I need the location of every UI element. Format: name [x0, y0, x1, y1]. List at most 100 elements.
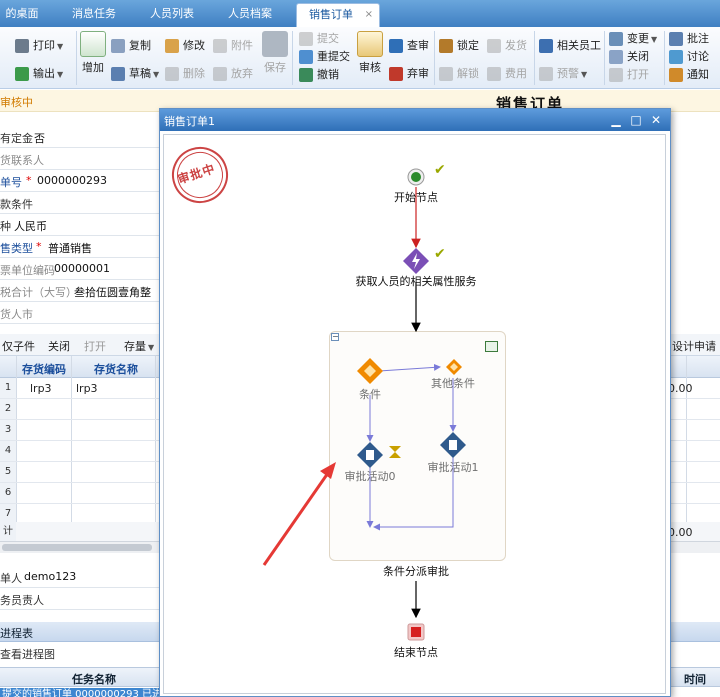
close-order-button[interactable]: 关闭 — [608, 48, 649, 66]
unlock-button[interactable]: 解锁 — [438, 65, 479, 83]
end-node-icon[interactable] — [407, 623, 425, 641]
task-row[interactable]: 提交的销售订单 0000000293 已进 — [0, 688, 162, 697]
lock-label: 锁定 — [457, 39, 479, 52]
open-order-label: 打开 — [627, 68, 649, 81]
minimize-icon[interactable]: ▁ — [608, 112, 624, 128]
condition-node-icon[interactable] — [357, 358, 383, 384]
field-label: 务员责人 — [0, 594, 44, 607]
query-review-button[interactable]: 查审 — [388, 37, 429, 55]
withdraw-button[interactable]: 撤销 — [298, 66, 339, 84]
close-row-button[interactable]: 关闭 — [48, 338, 70, 354]
annotate-label: 批注 — [687, 32, 709, 45]
maximize-icon[interactable]: □ — [628, 112, 644, 128]
cell-code[interactable]: lrp3 — [30, 382, 52, 395]
printer-icon — [15, 39, 29, 53]
tab-desktop[interactable]: 的桌面 — [0, 3, 48, 27]
toolbar: 打印 ▼ 输出 ▼ 增加 复制 草稿 ▼ 修改 删除 附件 放弃 保存 提交 重提交 … — [0, 27, 720, 89]
view-progress-link[interactable]: 查看进程图 — [0, 646, 55, 662]
field-value[interactable]: 00000001 — [54, 262, 110, 275]
stock-button[interactable]: 存量 ▼ — [124, 338, 154, 354]
tab-messages[interactable]: 消息任务 — [62, 3, 126, 27]
change-button[interactable]: 变更 ▼ — [608, 30, 657, 48]
field-value[interactable]: 普通销售 — [48, 240, 92, 256]
submit-button[interactable]: 提交 — [298, 30, 339, 48]
row-number: 5 — [0, 462, 16, 482]
review-label: 审核 — [359, 61, 381, 74]
cost-icon — [487, 67, 501, 81]
dialog-titlebar[interactable]: 销售订单1 ▁ □ ✕ — [160, 109, 670, 131]
draft-button[interactable]: 草稿 ▼ — [110, 65, 159, 83]
notify-icon — [669, 68, 683, 82]
resubmit-button[interactable]: 重提交 — [298, 48, 350, 66]
tab-staff-file[interactable]: 人员档案 — [218, 3, 282, 27]
field-value[interactable]: 叁拾伍圆壹角整 — [74, 284, 151, 300]
attach-button[interactable]: 附件 — [212, 37, 253, 55]
delete-button[interactable]: 删除 — [164, 65, 205, 83]
col-header-code[interactable]: 存货编码 — [22, 361, 66, 377]
scrollbar-thumb[interactable] — [2, 544, 152, 551]
draft-icon — [111, 67, 125, 81]
field-value[interactable]: 否 — [34, 130, 45, 146]
draft-label: 草稿 — [129, 67, 151, 80]
tab-desktop-label: 的桌面 — [5, 7, 39, 20]
abandon-button[interactable]: 放弃 — [212, 65, 253, 83]
field-tax-total: 税合计（大写） 叁拾伍圆壹角整 — [0, 280, 170, 302]
workflow-canvas: 审批中 − ✔ 开始节点 ✔ 获取人员的相关属性服务 条件 其他条件 审批活动0… — [163, 134, 666, 694]
field-value[interactable]: 人民币 — [14, 218, 47, 234]
design-request-button[interactable]: 设计申请 — [672, 338, 716, 354]
lock-button[interactable]: 锁定 — [438, 37, 479, 55]
query-icon — [389, 39, 403, 53]
related-staff-button[interactable]: 相关员工 — [538, 37, 601, 55]
col-header-name[interactable]: 存货名称 — [94, 361, 138, 377]
stock-label: 存量 — [124, 340, 146, 353]
row-number: 7 — [0, 504, 16, 524]
annotate-button[interactable]: 批注 — [668, 30, 709, 48]
warning-icon — [539, 67, 553, 81]
print-button[interactable]: 打印 ▼ — [14, 37, 63, 55]
resubmit-label: 重提交 — [317, 50, 350, 63]
people-icon — [539, 39, 553, 53]
abandon-icon — [213, 67, 227, 81]
col-header-time[interactable]: 时间 — [684, 671, 706, 687]
service-node-icon[interactable] — [403, 248, 429, 274]
notify-button[interactable]: 通知 — [668, 66, 709, 84]
service-node-label: 获取人员的相关属性服务 — [355, 275, 477, 288]
row-number: 2 — [0, 399, 16, 419]
cell-name[interactable]: lrp3 — [76, 382, 98, 395]
approve0-node-icon[interactable] — [357, 442, 383, 468]
add-label: 增加 — [82, 61, 104, 74]
open-row-button[interactable]: 打开 — [84, 338, 106, 354]
close-icon[interactable]: × — [365, 4, 373, 26]
tab-sales-order[interactable]: 销售订单 × — [296, 3, 380, 27]
copy-button[interactable]: 复制 — [110, 37, 151, 55]
field-value[interactable]: 0000000293 — [37, 174, 107, 187]
edit-button[interactable]: 修改 — [164, 37, 205, 55]
annotation-arrow — [262, 472, 330, 566]
unlock-label: 解锁 — [457, 67, 479, 80]
field-label: 票单位编码 — [0, 264, 55, 277]
tab-staff-list[interactable]: 人员列表 — [140, 3, 204, 27]
start-node-icon[interactable] — [407, 168, 425, 186]
withdraw-icon — [299, 68, 313, 82]
cost-button[interactable]: 费用 — [486, 65, 527, 83]
ship-button[interactable]: 发货 — [486, 37, 527, 55]
field-deposit: 有定金否 — [0, 126, 170, 148]
close-icon[interactable]: ✕ — [648, 112, 664, 128]
approve1-node-icon[interactable] — [440, 432, 466, 458]
discuss-button[interactable]: 讨论 — [668, 48, 709, 66]
open-order-button[interactable]: 打开 — [608, 66, 649, 84]
save-button[interactable]: 保存 — [262, 31, 288, 77]
check-icon: ✔ — [434, 162, 446, 178]
close-order-label: 关闭 — [627, 50, 649, 63]
review-button[interactable]: 审核 — [356, 31, 384, 77]
cancel-review-button[interactable]: 弃审 — [388, 65, 429, 83]
warning-button[interactable]: 预警 ▼ — [538, 65, 587, 83]
field-label: 有定金 — [0, 132, 33, 145]
lock-icon — [439, 39, 453, 53]
other-condition-node-icon[interactable] — [446, 359, 462, 375]
add-button[interactable]: 增加 — [80, 31, 106, 77]
condition-node-label: 条件 — [359, 388, 381, 401]
dialog-title: 销售订单1 — [164, 115, 215, 128]
sub-items-button[interactable]: 仅子件 — [2, 338, 35, 354]
export-button[interactable]: 输出 ▼ — [14, 65, 63, 83]
